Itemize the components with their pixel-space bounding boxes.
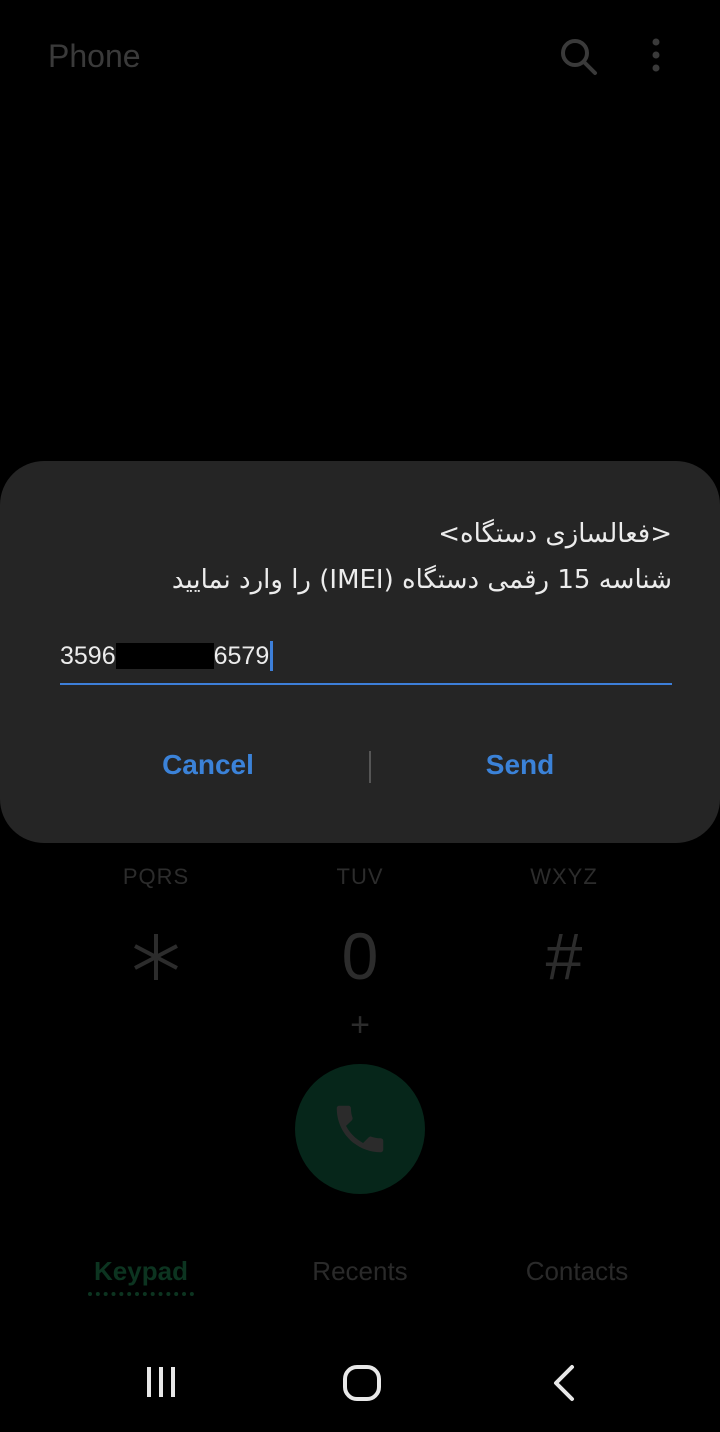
imei-dialog: <فعالسازی دستگاه> شناسه 15 رقمی دستگاه (…	[0, 461, 720, 843]
dialog-message-line: شناسه 15 رقمی دستگاه (IMEI) را وارد نمای…	[171, 565, 672, 595]
key-star-letters: PQRS	[122, 864, 190, 889]
plus-label: +	[350, 1006, 370, 1044]
send-button[interactable]: Send	[420, 749, 620, 781]
text-cursor	[270, 641, 274, 671]
home-icon[interactable]	[342, 1364, 382, 1407]
more-vert-icon[interactable]	[640, 36, 672, 76]
recent-apps-icon[interactable]	[143, 1364, 179, 1405]
imei-prefix: 3596	[60, 642, 116, 670]
imei-suffix: 6579	[213, 642, 270, 670]
key-zero-letters: TUV	[336, 864, 384, 889]
dialog-title-line: <فعالسازی دستگاه>	[438, 519, 672, 549]
dialog-message: <فعالسازی دستگاه> شناسه 15 رقمی دستگاه (…	[52, 511, 672, 603]
tab-active-indicator	[88, 1292, 194, 1296]
cancel-button[interactable]: Cancel	[108, 749, 308, 781]
search-icon[interactable]	[558, 36, 598, 76]
redaction-block	[115, 643, 214, 669]
back-icon[interactable]	[550, 1364, 580, 1407]
key-hash[interactable]: #	[504, 918, 624, 994]
tab-contacts[interactable]: Contacts	[467, 1256, 687, 1287]
tab-recents[interactable]: Recents	[250, 1256, 470, 1287]
key-zero[interactable]: 0	[300, 918, 420, 994]
tab-keypad[interactable]: Keypad	[31, 1256, 251, 1287]
call-button[interactable]	[295, 1064, 425, 1194]
app-title: Phone	[48, 38, 141, 74]
button-divider	[369, 751, 371, 783]
phone-icon	[336, 1105, 384, 1153]
phone-screen: Phone PQRS TUV WXYZ 0 # + Keypad Recents…	[0, 0, 720, 1432]
key-star[interactable]	[96, 918, 216, 997]
imei-input-value: 3596 6579	[60, 641, 274, 671]
imei-input[interactable]: 3596 6579	[60, 633, 672, 685]
key-hash-letters: WXYZ	[530, 864, 598, 889]
